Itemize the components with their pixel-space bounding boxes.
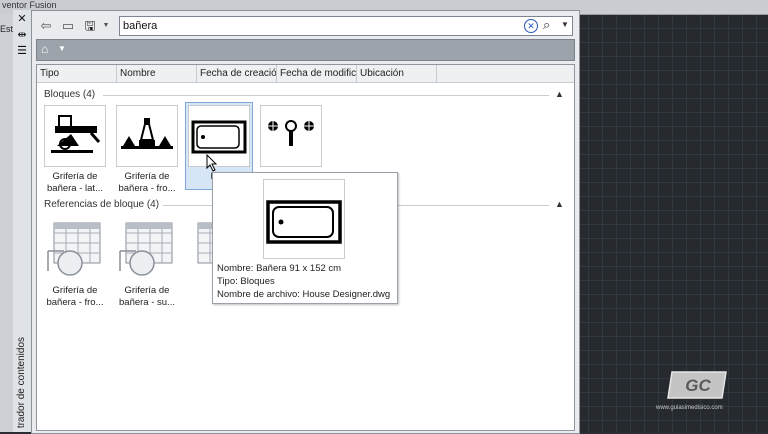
autohide-icon[interactable]: ⇹ (15, 28, 29, 42)
bathtub-icon (191, 120, 247, 154)
search-box[interactable]: ✕ ⌕ ▼ (119, 16, 573, 36)
palette-title: trador de contenidos (16, 336, 27, 428)
search-options-icon[interactable]: ▼ (561, 20, 569, 29)
block-thumbnail (260, 105, 322, 167)
block-reference-icon (47, 222, 101, 276)
toolbar: ⇦ ▭ 🖫 ▼ ✕ ⌕ ▼ (32, 11, 579, 41)
faucet-side-icon (51, 115, 101, 153)
home-dropdown-icon[interactable]: ▼ (58, 44, 66, 53)
search-icon[interactable]: ⌕ (543, 17, 550, 33)
block-reference-thumbnail (116, 219, 178, 281)
bathtub-icon (266, 200, 342, 244)
block-thumbnail (188, 105, 250, 167)
column-ubicacion[interactable]: Ubicación (357, 65, 437, 82)
column-header: Tipo Nombre Fecha de creación Fecha de m… (37, 65, 574, 83)
left-strip-label: Est (0, 24, 14, 34)
clear-icon[interactable]: ✕ (524, 19, 538, 33)
block-thumbnail (44, 105, 106, 167)
close-icon[interactable]: ✕ (15, 12, 29, 26)
faucet-top-icon (267, 120, 315, 146)
watermark-logo: GC (667, 371, 727, 399)
column-tipo[interactable]: Tipo (37, 65, 117, 82)
group-bloques-label: Bloques (4) (44, 89, 96, 100)
group-divider (103, 95, 549, 96)
tooltip-name: Nombre: Bañera 91 x 152 cm (217, 263, 342, 274)
collapse-icon[interactable]: ▲ (555, 89, 564, 99)
block-reference-icon (119, 222, 173, 276)
search-input[interactable] (123, 18, 513, 33)
properties-icon[interactable]: ☰ (15, 44, 29, 58)
palette-bar: ✕ ⇹ ☰ trador de contenidos (13, 10, 32, 432)
mouse-cursor-icon (206, 154, 218, 172)
save-icon[interactable]: 🖫 (82, 18, 98, 34)
item-label: Grifería de bañera - lat... (47, 171, 103, 194)
watermark-url: www.guiasimedisico.com (656, 405, 723, 411)
left-panel-strip: Est (0, 14, 14, 432)
item-label: Grifería de bañera - su... (119, 285, 175, 308)
group-referencias-label: Referencias de bloque (4) (44, 199, 160, 210)
column-fecha-creacion[interactable]: Fecha de creación (197, 65, 277, 82)
svg-text:GC: GC (685, 376, 711, 395)
column-fecha-modificacion[interactable]: Fecha de modific (277, 65, 357, 82)
tooltip-thumbnail (263, 179, 345, 259)
back-arrow-icon[interactable]: ⇦ (38, 18, 54, 34)
navigation-bar: ⌂ ▼ (36, 39, 575, 61)
block-reference-thumbnail (44, 219, 106, 281)
item-label: Grifería de bañera - fro... (118, 171, 176, 194)
column-nombre[interactable]: Nombre (117, 65, 197, 82)
save-dropdown-icon[interactable]: ▼ (98, 18, 114, 34)
folder-icon[interactable]: ▭ (60, 18, 76, 34)
item-tooltip: Nombre: Bañera 91 x 152 cm Tipo: Bloques… (212, 172, 398, 304)
app-title: ventor Fusion (2, 0, 57, 10)
block-thumbnail (116, 105, 178, 167)
collapse-icon[interactable]: ▲ (555, 199, 564, 209)
tooltip-type: Tipo: Bloques (217, 276, 275, 287)
item-label: Grifería de bañera - fro... (46, 285, 104, 308)
faucet-front-icon (121, 118, 173, 149)
tooltip-filename: Nombre de archivo: House Designer.dwg (217, 289, 391, 300)
home-icon[interactable]: ⌂ (41, 42, 55, 56)
